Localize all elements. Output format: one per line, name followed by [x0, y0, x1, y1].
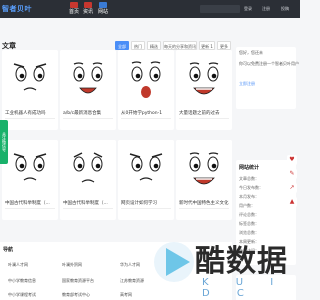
card-thumbnail[interactable] — [2, 50, 58, 106]
card-thumbnail[interactable] — [118, 140, 174, 196]
card-thumbnail[interactable] — [60, 140, 116, 196]
stat-line: 本月发布： — [239, 194, 259, 199]
card-title[interactable]: 从0开始学python-1 — [121, 110, 171, 116]
card-title[interactable]: 工业机器人有成功吗 — [5, 110, 55, 116]
card-title[interactable]: 中国古代科举制度（... — [63, 200, 113, 206]
footer-link[interactable]: 叶澜外贸网 — [62, 262, 82, 268]
news-icon — [84, 2, 92, 8]
stat-line: 评论总数： — [239, 212, 259, 217]
nav-item-news[interactable]: 资讯 — [82, 2, 94, 16]
footer-link[interactable]: 国家教育资源平台 — [62, 278, 94, 284]
filter-all[interactable]: 全部 — [115, 41, 129, 50]
card-thumbnail[interactable] — [176, 140, 232, 196]
share-icon[interactable]: ↗ — [287, 183, 297, 193]
card-meta — [5, 118, 55, 122]
stat-line: 用户数： — [239, 203, 255, 208]
footer-link[interactable]: 中小学课程考试 — [8, 292, 36, 298]
article-card[interactable]: 网页设计如何学习 — [118, 140, 174, 220]
card-title[interactable]: 中国古代科举制度（... — [5, 200, 55, 206]
footer-link[interactable]: 叶澜人才网 — [8, 262, 28, 268]
card-title[interactable]: a/b/c最新消息合集 — [63, 110, 113, 116]
filter-more[interactable]: 更多 — [217, 41, 231, 50]
card-thumbnail[interactable] — [118, 50, 174, 106]
filter-daily[interactable]: 每天的分享和资讯 — [163, 41, 197, 50]
filter-hot[interactable]: 热门 — [131, 41, 145, 50]
home-icon — [70, 2, 78, 8]
card-title[interactable]: 网页设计如何学习 — [121, 200, 171, 206]
sidebar-bottom-box — [236, 275, 296, 300]
login-button[interactable]: 登录 — [244, 5, 252, 13]
card-title[interactable]: 大量话题之前的过去 — [179, 110, 229, 116]
top-navbar: 智者贝叶 首页 资讯 网站 登录 注册 投稿 — [0, 0, 300, 18]
top-icon[interactable]: ▲ — [287, 197, 297, 207]
nav-item-home[interactable]: 首页 — [68, 2, 80, 16]
article-card[interactable]: 中国古代科举制度（... — [60, 140, 116, 220]
footer-link[interactable]: 高考网 — [120, 292, 132, 298]
article-card[interactable]: 工业机器人有成功吗 — [2, 50, 58, 130]
card-meta — [121, 118, 171, 122]
stat-line: 今日发布数： — [239, 185, 263, 190]
footer-link[interactable]: 中小学教育信息 — [8, 278, 36, 284]
card-meta — [5, 208, 55, 212]
card-title[interactable]: 新时代中国特色主义文化 — [179, 200, 229, 206]
filter-updates[interactable]: 更新 1 — [199, 41, 215, 50]
site-logo[interactable]: 智者贝叶 — [2, 3, 46, 15]
search-input[interactable] — [200, 5, 240, 13]
footer-link[interactable]: 华为人才网 — [120, 262, 140, 268]
card-meta — [179, 208, 229, 212]
submit-button[interactable]: 投稿 — [281, 5, 295, 13]
card-meta — [63, 208, 113, 212]
footer-link[interactable]: 教育部考试中心 — [62, 292, 90, 298]
card-meta — [179, 118, 229, 122]
wechat-follow-tab[interactable]: 关注微信号 — [0, 120, 8, 164]
chat-icon[interactable]: ✎ — [287, 169, 297, 179]
stat-line: 标签总数： — [239, 221, 259, 226]
stat-line: 浏览总数： — [239, 230, 259, 235]
article-card[interactable]: a/b/c最新消息合集 — [60, 50, 116, 130]
register-link[interactable]: 立即注册 — [239, 81, 255, 87]
register-button[interactable]: 注册 — [262, 5, 270, 13]
heart-icon[interactable]: ♥ — [287, 155, 297, 165]
stat-line: 本周更新： — [239, 239, 259, 244]
bottom-nav-panel: 导航 叶澜人才网 叶澜外贸网 华为人才网 中小学教育信息 国家教育资源平台 江苏… — [0, 242, 232, 300]
card-meta — [121, 208, 171, 212]
user-welcome-box: 您好，您还未 你可以免费注册一个智者贝叶用户 立即注册 — [236, 47, 299, 109]
nav-item-sites[interactable]: 网站 — [98, 2, 108, 16]
right-sidebar: 您好，您还未 你可以免费注册一个智者贝叶用户 立即注册 网站统计 文章总数： 今… — [236, 35, 300, 300]
stat-line: 今日访问： — [239, 248, 259, 253]
article-card[interactable]: 中国古代科举制度（... — [2, 140, 58, 220]
welcome-line: 你可以免费注册一个智者贝叶用户 — [239, 61, 299, 66]
card-thumbnail[interactable] — [176, 50, 232, 106]
article-card[interactable]: 大量话题之前的过去 — [176, 50, 232, 130]
card-meta — [63, 118, 113, 122]
stats-title: 网站统计 — [239, 165, 260, 171]
footer-link[interactable]: 江苏教育资源 — [120, 278, 144, 284]
filter-row: 全部 热门 精选 每天的分享和资讯 更新 1 更多 — [115, 41, 233, 50]
article-card[interactable]: 新时代中国特色主义文化 — [176, 140, 232, 220]
filter-featured[interactable]: 精选 — [147, 41, 161, 50]
stat-line: 文章总数： — [239, 176, 259, 181]
bottom-nav-title: 导航 — [3, 247, 14, 253]
welcome-text: 您好，您还未 — [239, 50, 263, 55]
article-card[interactable]: 从0开始学python-1 — [118, 50, 174, 130]
globe-icon — [99, 2, 107, 8]
card-thumbnail[interactable] — [2, 140, 58, 196]
card-thumbnail[interactable] — [60, 50, 116, 106]
